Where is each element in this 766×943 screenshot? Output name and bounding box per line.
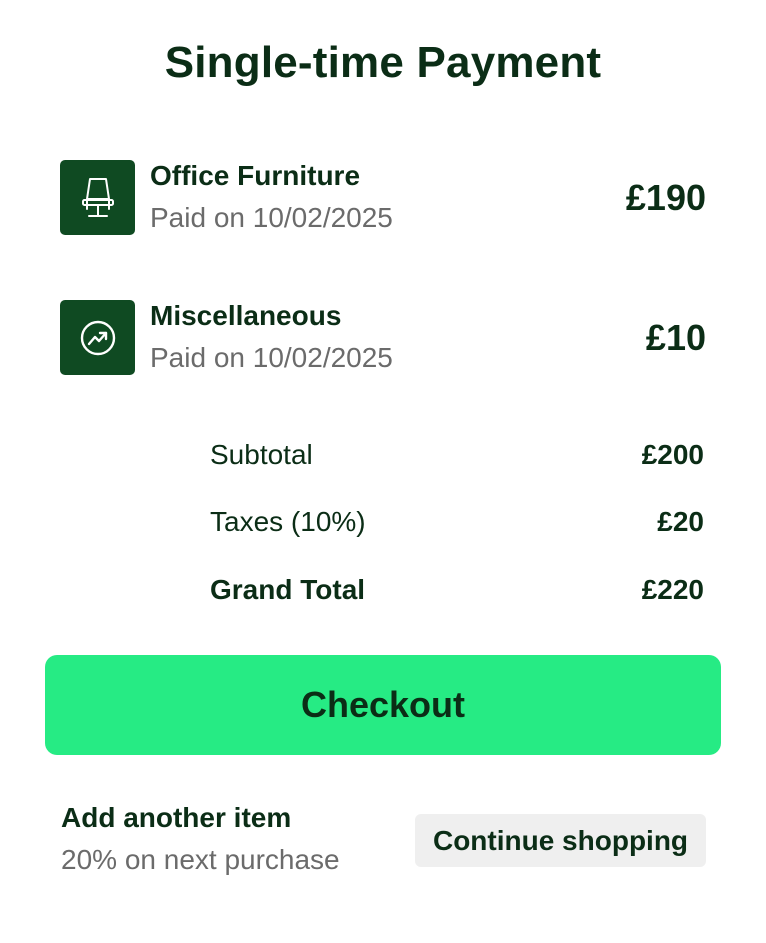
subtotal-value: £200 bbox=[641, 439, 704, 470]
grand-total-value: £220 bbox=[641, 574, 704, 605]
subtotal-label: Subtotal bbox=[210, 439, 313, 470]
item-name: Office Furniture bbox=[150, 160, 361, 191]
taxes-label: Taxes (10%) bbox=[210, 506, 366, 537]
taxes-value: £20 bbox=[657, 506, 704, 537]
payment-item-office-furniture: Office Furniture Paid on 10/02/2025 £190 bbox=[60, 160, 706, 236]
item-date: Paid on 10/02/2025 bbox=[150, 342, 393, 373]
page-title: Single-time Payment bbox=[164, 38, 602, 87]
add-item-subtitle: 20% on next purchase bbox=[61, 844, 340, 875]
item-date: Paid on 10/02/2025 bbox=[150, 202, 393, 233]
checkout-button[interactable]: Checkout bbox=[45, 655, 721, 755]
subtotal-row: Subtotal £200 bbox=[210, 439, 704, 475]
office-chair-icon bbox=[60, 160, 135, 235]
item-name: Miscellaneous bbox=[150, 300, 342, 331]
trending-up-circle-icon bbox=[60, 300, 135, 375]
continue-shopping-button[interactable]: Continue shopping bbox=[415, 814, 706, 867]
payment-item-miscellaneous: Miscellaneous Paid on 10/02/2025 £10 bbox=[60, 300, 706, 376]
grand-total-row: Grand Total £220 bbox=[210, 574, 704, 610]
taxes-row: Taxes (10%) £20 bbox=[210, 506, 704, 542]
item-price: £190 bbox=[625, 177, 706, 218]
add-item-title: Add another item bbox=[61, 802, 292, 833]
item-price: £10 bbox=[645, 317, 706, 358]
grand-total-label: Grand Total bbox=[210, 574, 366, 605]
